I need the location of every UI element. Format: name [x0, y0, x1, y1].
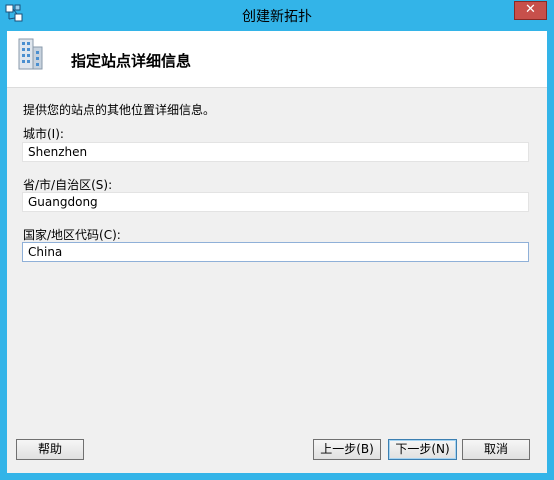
- help-button[interactable]: 帮助: [16, 439, 84, 460]
- dialog-body: 指定站点详细信息 提供您的站点的其他位置详细信息。 城市(I): 省/市/自治区…: [7, 31, 547, 473]
- description-text: 提供您的站点的其他位置详细信息。: [23, 103, 216, 117]
- province-label: 省/市/自治区(S):: [23, 178, 113, 192]
- title-bar: 创建新拓扑 ✕: [0, 0, 554, 31]
- page-title: 指定站点详细信息: [71, 52, 192, 70]
- cancel-button[interactable]: 取消: [462, 439, 530, 460]
- back-button[interactable]: 上一步(B): [313, 439, 381, 460]
- city-input[interactable]: [22, 142, 529, 162]
- close-button[interactable]: ✕: [514, 1, 547, 20]
- window-title: 创建新拓扑: [242, 9, 312, 25]
- country-label: 国家/地区代码(C):: [23, 228, 121, 242]
- province-input[interactable]: [22, 192, 529, 212]
- next-button[interactable]: 下一步(N): [388, 439, 457, 460]
- building-icon: [18, 38, 43, 70]
- city-label: 城市(I):: [23, 127, 64, 141]
- dialog-window: 创建新拓扑 ✕ 指定站点详细信息 提供您的站点的其他位置详细信息。 城市(I):…: [0, 0, 554, 480]
- wizard-header: 指定站点详细信息: [7, 31, 547, 88]
- country-code-input[interactable]: [22, 242, 529, 262]
